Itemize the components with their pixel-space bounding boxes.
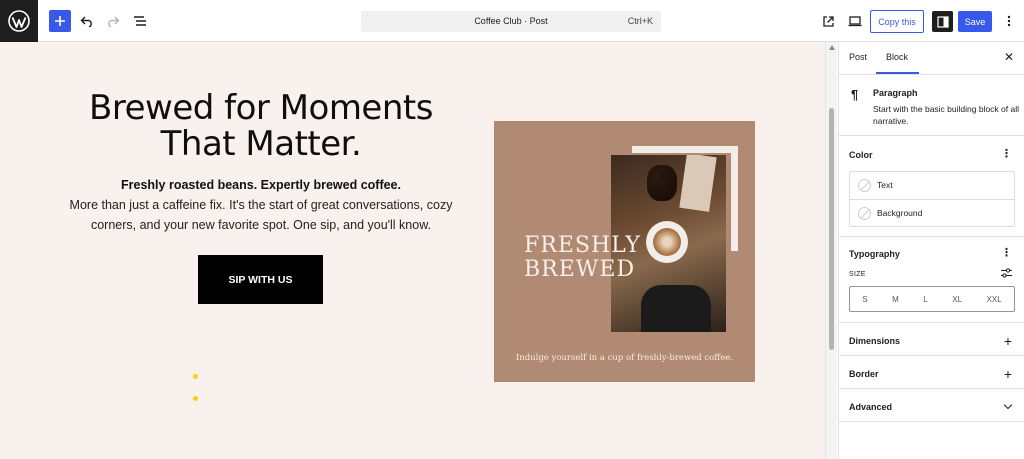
promo-title-line: FRESHLY xyxy=(524,233,641,258)
document-overview-icon[interactable] xyxy=(129,10,151,32)
text-color-label: Text xyxy=(877,180,893,190)
coffee-bag xyxy=(679,155,717,212)
color-options-icon[interactable]: ⋮ xyxy=(1001,149,1012,160)
more-options-icon[interactable] xyxy=(998,10,1020,32)
block-inserter-dot[interactable] xyxy=(193,396,198,401)
add-block-icon[interactable] xyxy=(49,10,71,32)
divider xyxy=(839,421,1024,422)
editor-header: Coffee Club · Post Ctrl+K Copy this Save xyxy=(0,0,1024,42)
close-icon[interactable]: ✕ xyxy=(1004,50,1014,64)
text-color-row[interactable]: Text xyxy=(850,172,1014,199)
hero-subheading[interactable]: Freshly roasted beans. Expertly brewed c… xyxy=(60,178,462,192)
settings-sidebar: Post Block ✕ ¶ Paragraph Start with the … xyxy=(838,42,1024,459)
promo-title-line: BREWED xyxy=(524,257,636,282)
custom-size-icon[interactable] xyxy=(1001,268,1012,281)
advanced-panel-title[interactable]: Advanced xyxy=(849,402,892,412)
editor-canvas[interactable]: Brewed for Moments That Matter. Freshly … xyxy=(0,42,825,459)
border-add-icon[interactable]: + xyxy=(1004,367,1012,381)
color-panel-title[interactable]: Color xyxy=(849,150,873,160)
dimensions-add-icon[interactable]: + xyxy=(1004,334,1012,348)
chevron-down-icon[interactable] xyxy=(1003,400,1013,410)
coffee-beans xyxy=(647,165,677,201)
hero-heading[interactable]: Brewed for Moments That Matter. xyxy=(56,90,466,162)
hero-paragraph[interactable]: More than just a caffeine fix. It's the … xyxy=(60,196,462,235)
wordpress-logo-icon[interactable] xyxy=(0,0,38,42)
typography-options-icon[interactable]: ⋮ xyxy=(1001,248,1012,259)
block-description: Start with the basic building block of a… xyxy=(873,104,1019,126)
divider xyxy=(839,355,1024,356)
background-color-label: Background xyxy=(877,208,923,218)
canvas-scrollbar[interactable] xyxy=(825,42,837,459)
size-option-l[interactable]: L xyxy=(923,295,927,304)
tab-block[interactable]: Block xyxy=(886,52,908,62)
divider xyxy=(839,322,1024,323)
typography-panel-title[interactable]: Typography xyxy=(849,249,900,259)
command-palette-bar[interactable]: Coffee Club · Post Ctrl+K xyxy=(361,11,661,32)
dimensions-panel-title[interactable]: Dimensions xyxy=(849,336,900,346)
paragraph-icon: ¶ xyxy=(851,87,859,102)
color-settings: Text Background xyxy=(849,171,1015,227)
block-name: Paragraph xyxy=(873,88,918,98)
divider xyxy=(839,135,1024,136)
settings-panel-icon[interactable] xyxy=(932,11,953,32)
tab-post[interactable]: Post xyxy=(849,52,867,62)
promo-caption[interactable]: Indulge yourself in a cup of freshly-bre… xyxy=(494,353,755,363)
size-option-m[interactable]: M xyxy=(892,295,899,304)
copy-this-button[interactable]: Copy this xyxy=(870,10,924,33)
document-title: Coffee Club · Post xyxy=(474,16,548,26)
shortcut-hint: Ctrl+K xyxy=(627,16,653,26)
undo-icon[interactable] xyxy=(76,10,98,32)
sip-with-us-button[interactable]: SIP WITH US xyxy=(198,255,323,304)
empty-swatch-icon xyxy=(858,179,871,192)
promo-title[interactable]: FRESHLY BREWED xyxy=(524,234,641,282)
font-size-label: SIZE xyxy=(849,271,866,278)
font-size-picker: S M L XL XXL xyxy=(849,286,1015,312)
device-preview-icon[interactable] xyxy=(844,10,866,32)
scroll-thumb[interactable] xyxy=(829,108,834,350)
redo-icon[interactable] xyxy=(102,10,124,32)
promo-cover-block[interactable]: FRESHLY BREWED Indulge yourself in a cup… xyxy=(494,121,755,382)
block-inserter-dot[interactable] xyxy=(193,374,198,379)
divider xyxy=(839,388,1024,389)
border-panel-title[interactable]: Border xyxy=(849,369,879,379)
size-option-xxl[interactable]: XXL xyxy=(987,295,1002,304)
size-option-s[interactable]: S xyxy=(862,295,867,304)
empty-swatch-icon xyxy=(858,207,871,220)
background-color-row[interactable]: Background xyxy=(850,199,1014,226)
divider xyxy=(839,236,1024,237)
latte-art xyxy=(653,228,681,256)
scroll-up-icon[interactable] xyxy=(829,45,835,50)
size-option-xl[interactable]: XL xyxy=(952,295,962,304)
divider xyxy=(839,74,1024,75)
coffee-grinder xyxy=(641,285,711,332)
view-post-icon[interactable] xyxy=(817,10,839,32)
save-button[interactable]: Save xyxy=(958,11,992,32)
